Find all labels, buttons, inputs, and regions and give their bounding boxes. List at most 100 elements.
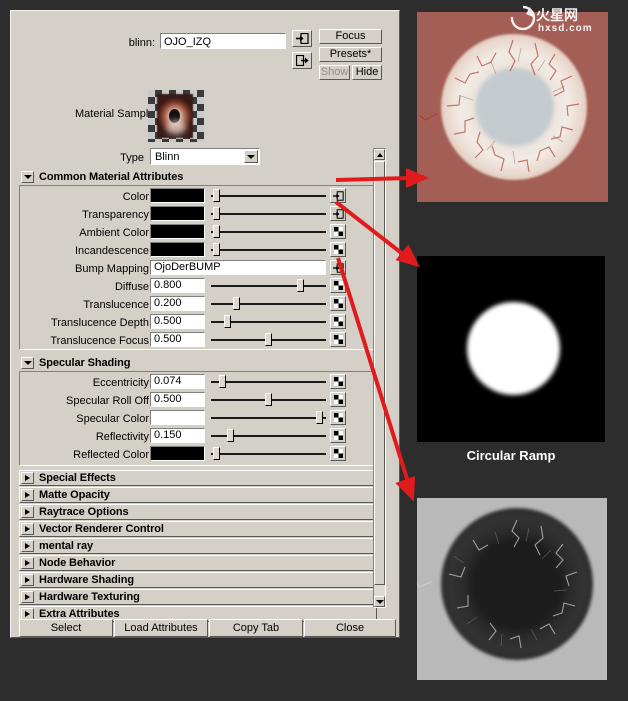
attribute-slider[interactable] (211, 224, 326, 239)
slider-handle[interactable] (213, 447, 221, 460)
scrollbar-thumb[interactable] (374, 161, 385, 585)
slider-handle[interactable] (232, 297, 240, 310)
hide-button[interactable]: Hide (352, 65, 382, 80)
expand-arrow-icon[interactable] (21, 591, 34, 603)
collapsed-section-mental-ray[interactable]: mental ray (19, 538, 377, 554)
scroll-down-icon[interactable] (374, 596, 385, 607)
color-swatch[interactable] (150, 206, 205, 221)
attribute-slider[interactable] (211, 374, 326, 389)
slider-handle[interactable] (227, 429, 235, 442)
collapsed-section-vector-renderer-control[interactable]: Vector Renderer Control (19, 521, 377, 537)
map-texture-icon[interactable] (330, 410, 346, 425)
color-swatch[interactable] (150, 410, 205, 425)
map-texture-icon[interactable] (330, 296, 346, 311)
slider-handle[interactable] (213, 189, 221, 202)
goto-input-icon[interactable] (292, 30, 312, 47)
scroll-up-icon[interactable] (374, 149, 385, 160)
material-sample-label: Material Sample (75, 108, 155, 120)
focus-button[interactable]: Focus (319, 29, 382, 44)
collapsed-section-raytrace-options[interactable]: Raytrace Options (19, 504, 377, 520)
close-button[interactable]: Close (304, 619, 396, 637)
attribute-value-input[interactable]: 0.200 (150, 296, 205, 311)
expand-arrow-icon[interactable] (21, 489, 34, 501)
map-texture-icon[interactable] (330, 332, 346, 347)
material-sample-swatch[interactable] (148, 90, 204, 142)
attribute-label: Reflected Color (73, 449, 149, 461)
map-texture-icon[interactable] (330, 224, 346, 239)
attribute-slider[interactable] (211, 446, 326, 461)
map-texture-icon[interactable] (330, 428, 346, 443)
collapsed-section-hardware-shading[interactable]: Hardware Shading (19, 572, 377, 588)
expand-arrow-icon[interactable] (21, 472, 34, 484)
slider-handle[interactable] (223, 315, 231, 328)
collapsed-section-hardware-texturing[interactable]: Hardware Texturing (19, 589, 377, 605)
slider-handle[interactable] (265, 393, 272, 406)
texture-mapped-icon[interactable] (330, 188, 346, 203)
show-button[interactable]: Show (319, 65, 350, 80)
color-swatch[interactable] (150, 446, 205, 461)
texture-mapped-icon[interactable] (330, 260, 346, 275)
collapse-arrow-icon[interactable] (21, 356, 34, 369)
expand-arrow-icon[interactable] (21, 523, 34, 535)
attribute-value-input[interactable]: 0.500 (150, 314, 205, 329)
attribute-text-input[interactable]: OjoDerBUMP (150, 260, 326, 275)
map-texture-icon[interactable] (330, 278, 346, 293)
attribute-slider[interactable] (211, 392, 326, 407)
attribute-value-input[interactable]: 0.074 (150, 374, 205, 389)
attribute-label: Incandescence (75, 245, 149, 257)
expand-arrow-icon[interactable] (21, 557, 34, 569)
collapsed-section-matte-opacity[interactable]: Matte Opacity (19, 487, 377, 503)
slider-handle[interactable] (315, 411, 323, 424)
attribute-slider[interactable] (211, 332, 326, 347)
slider-handle[interactable] (265, 333, 272, 346)
attribute-value-input[interactable]: 0.500 (150, 332, 205, 347)
attribute-value-input[interactable]: 0.500 (150, 392, 205, 407)
color-swatch[interactable] (150, 242, 205, 257)
slider-track (211, 231, 326, 233)
expand-arrow-icon[interactable] (21, 506, 34, 518)
collapse-arrow-icon[interactable] (21, 170, 34, 183)
section-header-common-material-attributes[interactable]: Common Material Attributes (21, 170, 183, 183)
color-swatch[interactable] (150, 224, 205, 239)
attribute-value-input[interactable]: 0.800 (150, 278, 205, 293)
attribute-slider[interactable] (211, 278, 326, 293)
chevron-down-icon[interactable] (244, 150, 258, 163)
expand-arrow-icon[interactable] (21, 540, 34, 552)
slider-handle[interactable] (213, 225, 221, 238)
color-swatch[interactable] (150, 188, 205, 203)
slider-handle[interactable] (297, 279, 305, 292)
expand-arrow-icon[interactable] (21, 574, 34, 586)
map-texture-icon[interactable] (330, 374, 346, 389)
copy-tab-button[interactable]: Copy Tab (209, 619, 303, 637)
texture-mapped-icon[interactable] (330, 206, 346, 221)
slider-handle[interactable] (213, 207, 221, 220)
map-texture-icon[interactable] (330, 314, 346, 329)
material-name-input[interactable]: OJO_IZQ (160, 33, 286, 49)
circular-ramp-caption: Circular Ramp (466, 448, 556, 463)
slider-handle[interactable] (218, 375, 226, 388)
map-texture-icon[interactable] (330, 446, 346, 461)
goto-output-icon[interactable] (292, 52, 312, 69)
load-attributes-button[interactable]: Load Attributes (114, 619, 208, 637)
attribute-slider[interactable] (211, 296, 326, 311)
attribute-label: Specular Roll Off (66, 395, 149, 407)
collapsed-section-node-behavior[interactable]: Node Behavior (19, 555, 377, 571)
attribute-slider[interactable] (211, 188, 326, 203)
presets-button[interactable]: Presets* (319, 47, 382, 62)
attribute-value-input[interactable]: 0.150 (150, 428, 205, 443)
select-button[interactable]: Select (19, 619, 113, 637)
collapsed-section-special-effects[interactable]: Special Effects (19, 470, 377, 486)
attribute-slider[interactable] (211, 314, 326, 329)
attribute-row: Reflectivity 0.150 (19, 428, 377, 445)
map-texture-icon[interactable] (330, 392, 346, 407)
attributes-scrollbar[interactable] (373, 148, 386, 608)
slider-handle[interactable] (213, 243, 221, 256)
attribute-slider[interactable] (211, 428, 326, 443)
section-header-specular-shading[interactable]: Specular Shading (21, 356, 130, 369)
attribute-slider[interactable] (211, 206, 326, 221)
attribute-slider[interactable] (211, 410, 326, 425)
attribute-slider[interactable] (211, 242, 326, 257)
circular-ramp-texture (417, 256, 605, 442)
type-dropdown[interactable]: Blinn (150, 148, 260, 165)
map-texture-icon[interactable] (330, 242, 346, 257)
